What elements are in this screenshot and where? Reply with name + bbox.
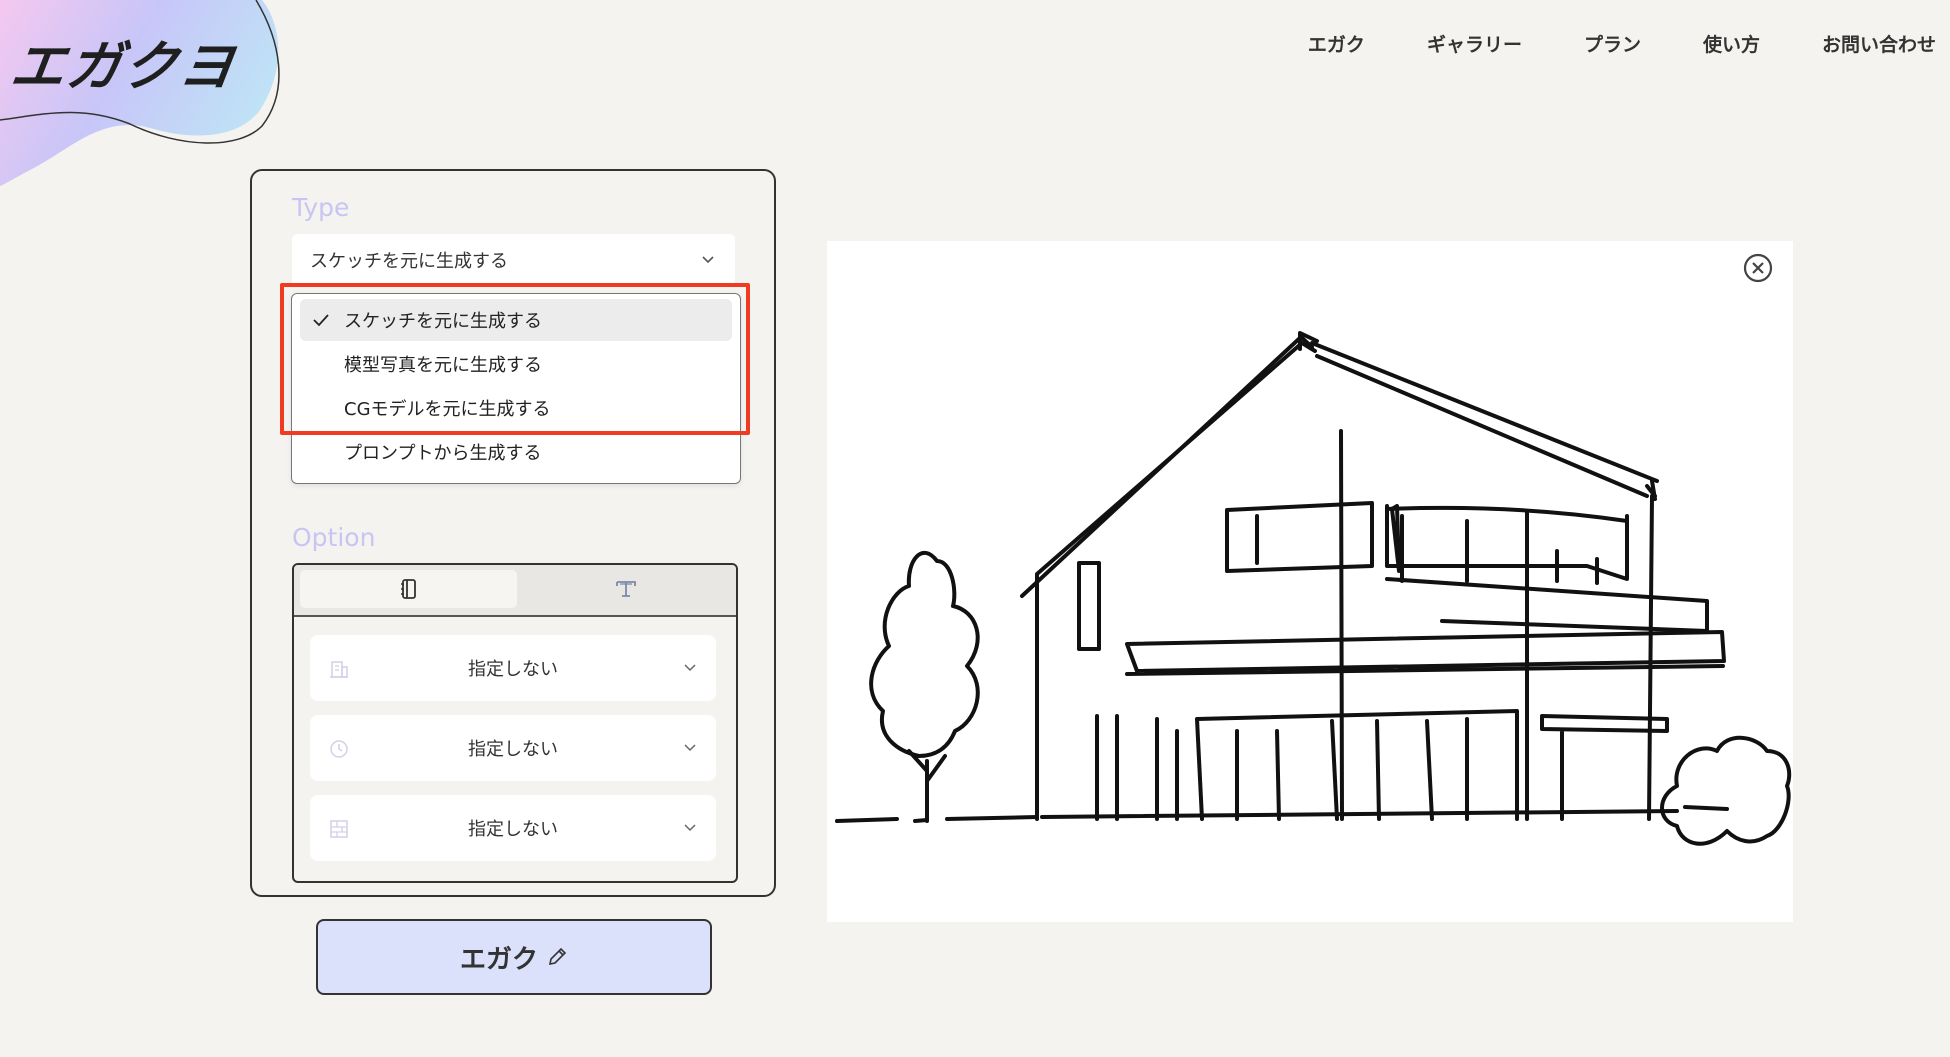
texture-grid-icon	[330, 820, 348, 838]
building-icon	[330, 661, 348, 678]
option-box: 指定しない 指定しない 指定しない	[292, 563, 738, 883]
settings-panel: Type スケッチを元に生成する Option 指定しない 指定しない 指定しな…	[250, 169, 776, 897]
chevron-down-icon	[684, 824, 696, 832]
house-sketch-image	[835, 331, 1792, 846]
nav-item-howto[interactable]: 使い方	[1703, 30, 1760, 57]
chevron-down-icon	[702, 256, 714, 264]
sketch-canvas	[827, 241, 1793, 922]
option-section-label: Option	[292, 523, 376, 552]
main-nav: エガク ギャラリー プラン 使い方 お問い合わせ	[1308, 30, 1936, 57]
red-highlight-annotation	[280, 283, 750, 435]
nav-item-plan[interactable]: プラン	[1584, 30, 1641, 57]
building-type-value: 指定しない	[468, 659, 558, 680]
type-select[interactable]: スケッチを元に生成する	[292, 234, 735, 286]
chevron-down-icon	[684, 664, 696, 672]
text-type-icon	[615, 581, 636, 597]
generate-button[interactable]: エガク	[316, 919, 712, 995]
material-select[interactable]: 指定しない	[310, 795, 716, 861]
nav-item-contact[interactable]: お問い合わせ	[1822, 30, 1936, 57]
pencil-icon	[548, 947, 567, 966]
nav-item-egaku[interactable]: エガク	[1308, 30, 1365, 57]
type-select-value: スケッチを元に生成する	[310, 251, 508, 272]
type-section-label: Type	[292, 193, 350, 222]
tab-sketch-options[interactable]	[300, 570, 517, 608]
option-tabbar	[294, 565, 736, 617]
generate-button-label: エガク	[459, 943, 538, 974]
chevron-down-icon	[684, 744, 696, 752]
time-of-day-select[interactable]: 指定しない	[310, 715, 716, 781]
building-type-select[interactable]: 指定しない	[310, 635, 716, 701]
close-circle-icon[interactable]	[1741, 251, 1775, 285]
notebook-icon	[400, 579, 416, 599]
dropdown-option-label: プロンプトから生成する	[344, 443, 542, 464]
logo-text: エガクヨ	[6, 35, 240, 98]
material-value: 指定しない	[468, 819, 558, 840]
clock-icon	[330, 740, 348, 758]
dropdown-option-prompt[interactable]: プロンプトから生成する	[300, 431, 732, 473]
nav-item-gallery[interactable]: ギャラリー	[1427, 30, 1522, 57]
time-of-day-value: 指定しない	[468, 739, 558, 760]
tab-text-options[interactable]	[517, 570, 734, 608]
